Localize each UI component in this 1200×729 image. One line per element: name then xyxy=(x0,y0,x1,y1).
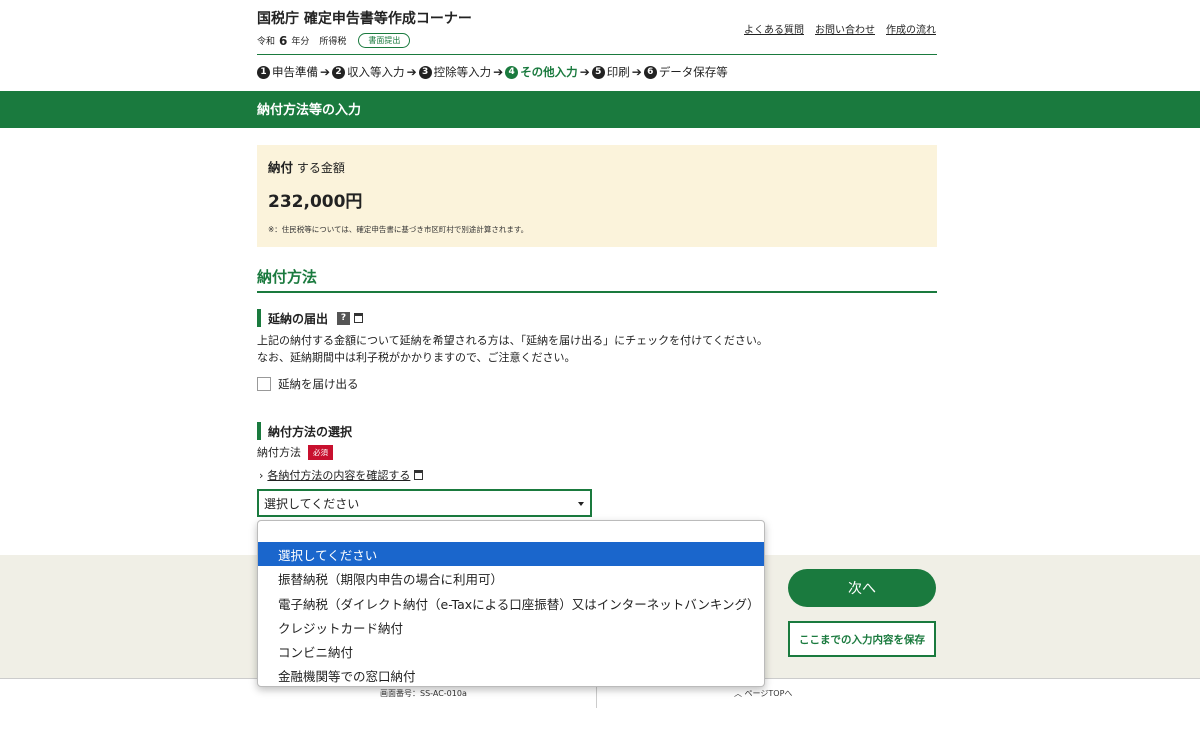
deferral-checkbox[interactable]: 延納を届け出る xyxy=(257,376,359,392)
confirm-link-label[interactable]: 各納付方法の内容を確認する xyxy=(267,467,410,483)
submit-method-badge: 書面提出 xyxy=(358,33,411,48)
option-bank-counter[interactable]: 金融機関等での窓口納付 xyxy=(258,663,764,687)
arrow-right-icon: ➔ xyxy=(493,65,504,79)
arrow-right-icon: ➔ xyxy=(320,65,331,79)
step-number-icon: 1 xyxy=(257,65,270,79)
chevron-right-icon: › xyxy=(259,468,264,482)
header-divider xyxy=(257,54,937,55)
progress-steps: 1 申告準備 ➔ 2 収入等入力 ➔ 3 控除等入力 ➔ 4 その他入力 ➔ 5 印刷 ➔… xyxy=(257,64,728,80)
step-label: 控除等入力 xyxy=(433,65,492,79)
step-5: 5 印刷 xyxy=(591,64,630,80)
deferral-text-2: なお、延納期間中は利子税がかかりますので、ご注意ください。 xyxy=(257,351,576,364)
tax-year-line: 令和 6 年分 所得税 書面提出 xyxy=(257,33,411,48)
method-label-text: 納付方法 xyxy=(257,446,301,459)
next-button[interactable]: 次へ xyxy=(788,569,936,607)
step-3: 3 控除等入力 xyxy=(418,64,492,80)
option-select-prompt[interactable]: 選択してください xyxy=(258,542,764,566)
site-title: 国税庁 確定申告書等作成コーナー xyxy=(257,11,472,27)
step-number-icon: 2 xyxy=(332,65,346,79)
option-credit-card[interactable]: クレジットカード納付 xyxy=(258,615,764,639)
step-label: データ保存等 xyxy=(658,65,728,79)
step-label: その他入力 xyxy=(520,65,578,79)
section-title: 納付方法 xyxy=(257,268,318,286)
chevron-down-icon xyxy=(578,502,584,506)
method-heading-label: 納付方法の選択 xyxy=(268,424,353,439)
amount-value: 232,000円 xyxy=(268,192,363,212)
payment-method-options: 選択してください 振替納税（期限内申告の場合に利用可） 電子納税（ダイレクト納付… xyxy=(257,520,765,687)
required-badge: 必須 xyxy=(308,444,333,460)
heading-bar xyxy=(257,422,261,440)
tax-type: 所得税 xyxy=(319,37,347,47)
select-value: 選択してください xyxy=(264,496,360,511)
amount-note: ※：住民税等については、確定申告書に基づき市区町村で別途計算されます。 xyxy=(268,225,529,234)
deferral-heading: 延納の届出 ? xyxy=(257,309,364,327)
confirm-methods-link[interactable]: › 各納付方法の内容を確認する xyxy=(259,467,424,483)
contact-link[interactable]: お問い合わせ xyxy=(815,21,875,36)
step-1: 1 申告準備 xyxy=(257,64,318,80)
arrow-right-icon: ➔ xyxy=(579,65,590,79)
year-suffix: 年分 xyxy=(291,37,310,47)
deferral-text-1: 上記の納付する金額について延納を希望される方は、「延納を届け出る」にチェックを付… xyxy=(257,334,768,347)
page-title: 納付方法等の入力 xyxy=(257,103,362,118)
amount-label: 納付 する金額 xyxy=(268,157,345,176)
year-number: 6 xyxy=(279,33,288,48)
option-transfer-tax[interactable]: 振替納税（期限内申告の場合に利用可） xyxy=(258,566,764,590)
option-electronic-tax[interactable]: 電子納税（ダイレクト納付（e-Taxによる口座振替）又はインターネットバンキング… xyxy=(258,591,764,615)
page-top-link[interactable]: ︿ ページTOPへ xyxy=(734,688,792,699)
step-number-icon: 6 xyxy=(643,65,657,79)
step-4-current: 4 その他入力 xyxy=(505,64,578,80)
heading-bar xyxy=(257,309,261,327)
amount-label-bold: 納付 xyxy=(268,160,294,175)
amount-label-rest: する金額 xyxy=(296,161,345,175)
arrow-right-icon: ➔ xyxy=(631,65,642,79)
step-number-icon: 3 xyxy=(418,65,432,79)
step-label: 印刷 xyxy=(606,65,630,79)
deferral-heading-label: 延納の届出 xyxy=(268,311,329,326)
new-window-icon xyxy=(414,470,424,480)
step-number-icon: 4 xyxy=(505,65,519,79)
section-divider xyxy=(257,291,937,293)
step-label: 収入等入力 xyxy=(347,65,405,79)
method-field-label: 納付方法 必須 xyxy=(257,444,333,460)
new-window-icon[interactable] xyxy=(354,313,364,323)
arrow-right-icon: ➔ xyxy=(406,65,417,79)
checkbox-box[interactable] xyxy=(257,377,271,391)
faq-link[interactable]: よくある質問 xyxy=(744,21,804,36)
help-icon[interactable]: ? xyxy=(337,311,351,325)
era-label: 令和 xyxy=(257,37,276,47)
step-2: 2 収入等入力 xyxy=(332,64,405,80)
chevron-up-icon: ︿ xyxy=(734,689,742,698)
option-convenience-store[interactable]: コンビニ納付 xyxy=(258,639,764,663)
step-number-icon: 5 xyxy=(591,65,605,79)
step-6: 6 データ保存等 xyxy=(643,64,728,80)
page-title-band xyxy=(0,91,1200,128)
method-heading: 納付方法の選択 xyxy=(257,422,352,440)
save-progress-button[interactable]: ここまでの入力内容を保存 xyxy=(788,621,936,657)
screen-number: 画面番号：SS-AC-010a xyxy=(380,689,467,698)
header-links: よくある質問 お問い合わせ 作成の流れ xyxy=(744,21,936,36)
deferral-checkbox-label[interactable]: 延納を届け出る xyxy=(278,376,359,392)
page-top-label[interactable]: ページTOPへ xyxy=(745,689,793,698)
step-label: 申告準備 xyxy=(272,65,318,79)
payment-method-select[interactable]: 選択してください xyxy=(257,489,592,517)
flow-link[interactable]: 作成の流れ xyxy=(886,21,936,36)
